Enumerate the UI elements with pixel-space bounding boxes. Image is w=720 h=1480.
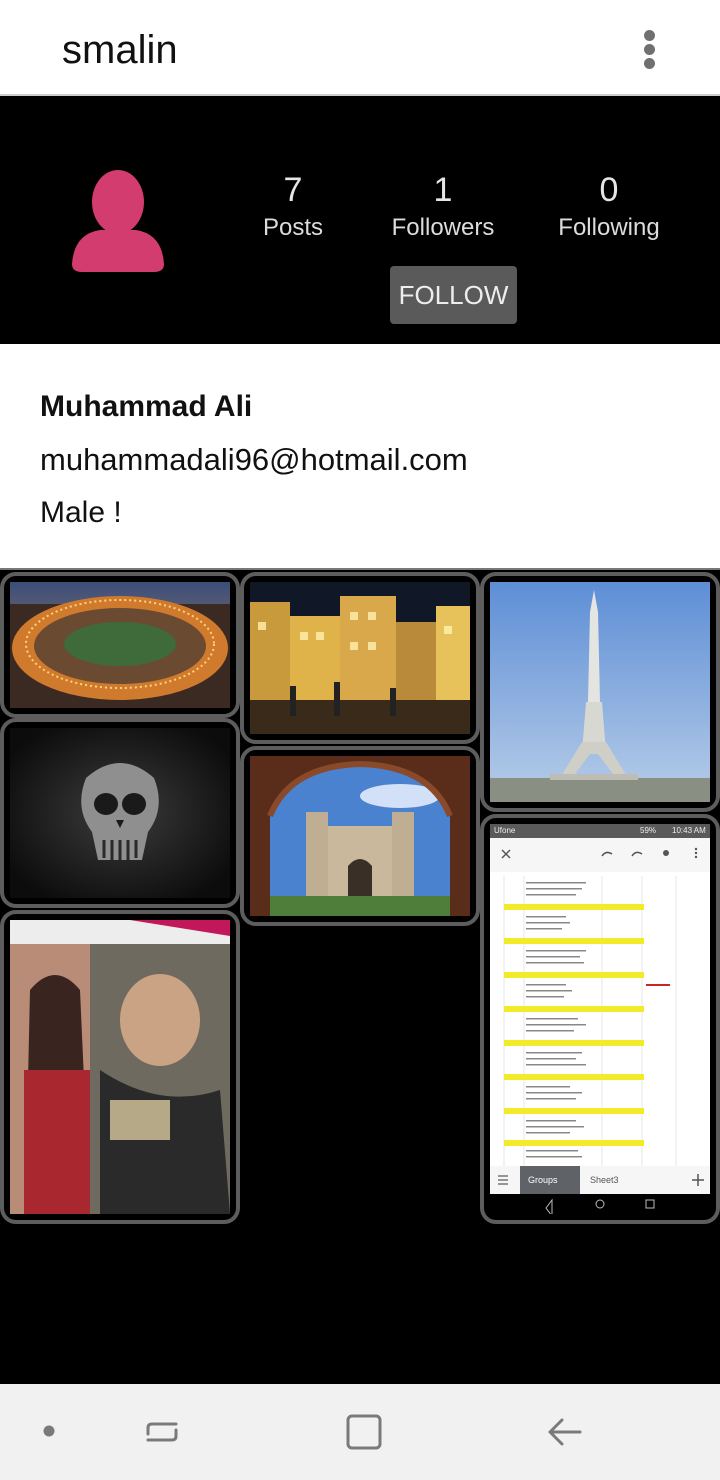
avatar-icon bbox=[72, 170, 164, 272]
night-street-photo bbox=[250, 582, 470, 734]
fort-arch-photo bbox=[250, 756, 470, 916]
following-count: 0 bbox=[599, 171, 619, 209]
recent-apps-icon[interactable] bbox=[142, 1412, 182, 1452]
post-tile[interactable] bbox=[240, 572, 480, 744]
magazines-photo bbox=[10, 920, 230, 1214]
time-text: 10:43 AM bbox=[672, 826, 706, 835]
home-icon[interactable] bbox=[344, 1412, 384, 1452]
post-tile[interactable] bbox=[0, 572, 240, 718]
skull-photo bbox=[10, 728, 230, 898]
battery-text: 59% bbox=[640, 826, 657, 835]
stat-following[interactable]: 0 Following bbox=[552, 170, 666, 244]
profile-info: Muhammad Ali muhammadali96@hotmail.com M… bbox=[0, 344, 720, 570]
app-title: smalin bbox=[62, 28, 178, 72]
profile-header: 7 Posts 1 Followers 0 Following FOLLOW bbox=[0, 98, 720, 344]
follow-button[interactable]: FOLLOW bbox=[390, 266, 517, 324]
sheet-tab-sheet3: Sheet3 bbox=[590, 1175, 619, 1185]
post-tile[interactable]: Ufone 59% 10:43 AM Groups Sheet3 bbox=[480, 814, 720, 1224]
overflow-menu-icon[interactable] bbox=[630, 26, 670, 72]
dot-icon[interactable] bbox=[42, 1424, 56, 1438]
system-nav-bar bbox=[0, 1384, 720, 1480]
roundabout-city-photo bbox=[10, 582, 230, 708]
minar-tower-photo bbox=[490, 582, 710, 802]
stat-followers[interactable]: 1 Followers bbox=[388, 170, 498, 244]
followers-count: 1 bbox=[433, 171, 453, 209]
posts-label: Posts bbox=[262, 214, 324, 241]
post-tile[interactable] bbox=[480, 572, 720, 812]
spreadsheet-screenshot-photo: Ufone 59% 10:43 AM Groups Sheet3 bbox=[490, 824, 710, 1214]
user-name: Muhammad Ali bbox=[40, 390, 253, 423]
sheet-tab-groups: Groups bbox=[528, 1175, 558, 1185]
following-label: Following bbox=[558, 214, 660, 241]
post-tile[interactable] bbox=[240, 746, 480, 926]
user-gender: Male ! bbox=[40, 496, 122, 529]
followers-label: Followers bbox=[391, 214, 495, 241]
posts-grid: Ufone 59% 10:43 AM Groups Sheet3 bbox=[0, 572, 720, 1384]
posts-count: 7 bbox=[283, 171, 303, 209]
post-tile[interactable] bbox=[0, 910, 240, 1224]
post-tile[interactable] bbox=[0, 718, 240, 908]
app-bar: smalin bbox=[0, 0, 720, 96]
stat-posts[interactable]: 7 Posts bbox=[253, 170, 333, 244]
user-email: muhammadali96@hotmail.com bbox=[40, 442, 468, 477]
carrier-text: Ufone bbox=[494, 826, 516, 835]
back-icon[interactable] bbox=[544, 1412, 584, 1452]
